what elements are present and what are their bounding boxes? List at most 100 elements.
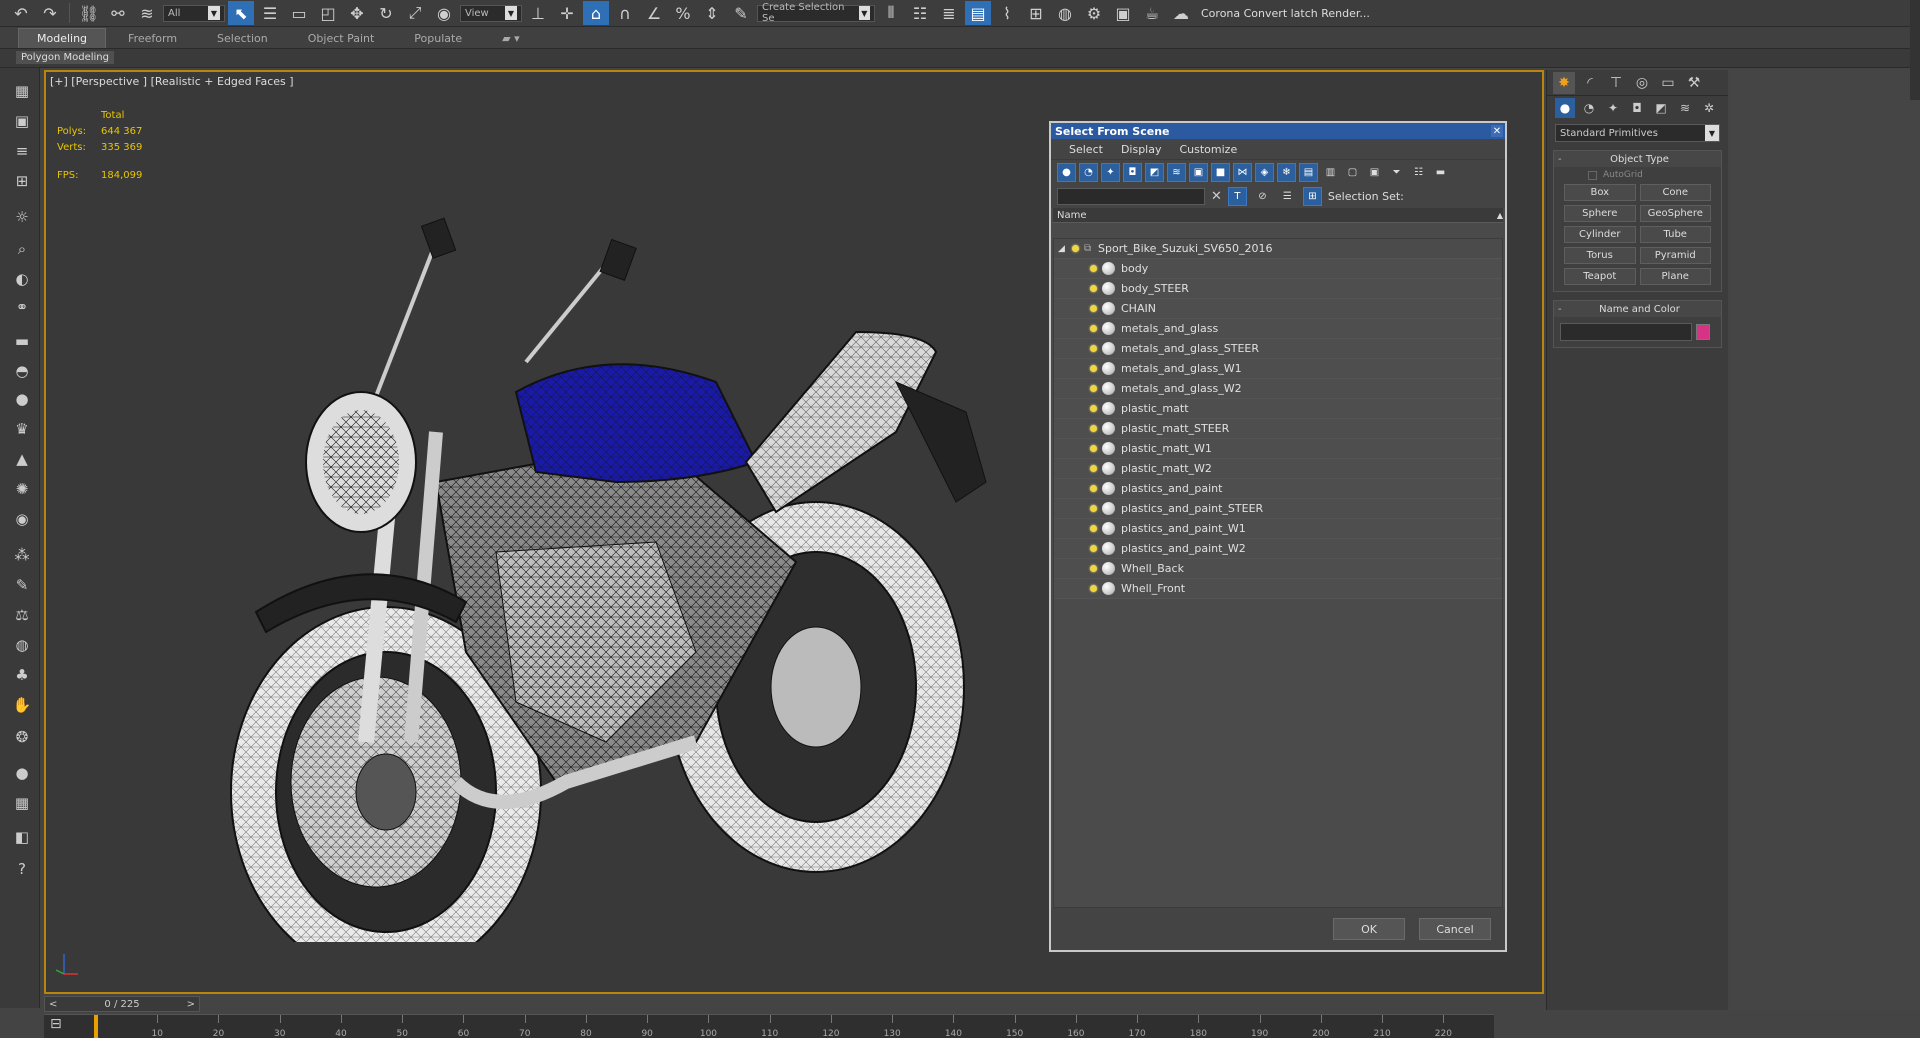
curve-editor-icon[interactable]: ⌇ (994, 1, 1020, 25)
light-bulb-icon[interactable] (1088, 403, 1098, 415)
invert-display-icon[interactable]: ▣ (1365, 163, 1384, 182)
pyramid-button[interactable]: Pyramid (1639, 247, 1711, 264)
camera-icon[interactable]: ⌕ (11, 238, 33, 260)
rendered-frame-icon[interactable]: ▣ (1110, 1, 1136, 25)
material-editor-icon[interactable]: ◍ (1052, 1, 1078, 25)
lights-icon[interactable]: ✦ (1603, 98, 1623, 118)
display-containers-icon[interactable]: ◈ (1255, 162, 1274, 182)
list-item[interactable]: plastic_matt_STEER (1054, 419, 1502, 439)
time-slider[interactable]: < 0 / 225 > (44, 996, 200, 1012)
cube-stack-icon[interactable]: ◧ (11, 826, 33, 848)
dome-icon[interactable]: ◓ (11, 360, 33, 382)
systems-icon[interactable]: ✲ (1699, 98, 1719, 118)
mirror-icon[interactable]: ⫴ (878, 1, 904, 25)
bind-space-warp-icon[interactable]: ≋ (134, 1, 160, 25)
list-item[interactable]: CHAIN (1054, 299, 1502, 319)
hierarchy-tab-icon[interactable]: ⊤ (1605, 72, 1627, 94)
list-item[interactable]: plastic_matt_W2 (1054, 459, 1502, 479)
menu-display[interactable]: Display (1121, 143, 1162, 156)
list-item[interactable]: plastic_matt (1054, 399, 1502, 419)
ok-button[interactable]: OK (1333, 918, 1405, 940)
display-geometry-icon[interactable]: ● (1057, 162, 1076, 182)
list-item[interactable]: Whell_Front (1054, 579, 1502, 599)
named-selection-set-dropdown[interactable]: Create Selection Se ▼ (757, 2, 875, 24)
sort-icon[interactable]: ▬ (1431, 163, 1450, 182)
schematic-view-icon[interactable]: ⊞ (1023, 1, 1049, 25)
window-crossing-icon[interactable]: ◰ (315, 1, 341, 25)
space-warp-icon[interactable]: ⚭ (11, 296, 33, 318)
list-item[interactable]: plastics_and_paint_W1 (1054, 519, 1502, 539)
torus-button[interactable]: Torus (1564, 247, 1636, 264)
light-bulb-icon[interactable] (1088, 263, 1098, 275)
scale-icon[interactable]: ⤢ (402, 1, 428, 25)
hf-icon[interactable]: ✋ (11, 694, 33, 716)
render-shortcut-icon[interactable]: ☁ (1168, 1, 1194, 25)
undo-icon[interactable]: ↶ (8, 1, 34, 25)
grid-icon[interactable]: ⊞ (11, 170, 33, 192)
list-item[interactable]: metals_and_glass_STEER (1054, 339, 1502, 359)
layer-manager-icon[interactable]: ≡ (11, 140, 33, 162)
display-space-warps-icon[interactable]: ≋ (1167, 162, 1186, 182)
light-bulb-icon[interactable] (1088, 283, 1098, 295)
object-name-field[interactable] (1560, 323, 1692, 341)
list-item-root[interactable]: ◢ ⧉ Sport_Bike_Suzuki_SV650_2016 (1054, 239, 1502, 259)
primitive-type-dropdown[interactable]: Standard Primitives ▼ (1555, 124, 1720, 142)
autogrid-checkbox[interactable]: AutoGrid (1554, 167, 1721, 182)
display-shapes-icon[interactable]: ◔ (1079, 162, 1098, 182)
ribbon-tab-selection[interactable]: Selection (199, 29, 286, 48)
display-cameras-icon[interactable]: ◘ (1123, 162, 1142, 182)
display-lights-icon[interactable]: ✦ (1101, 162, 1120, 182)
sky-icon[interactable]: ◉ (11, 508, 33, 530)
edit-named-selection-icon[interactable]: ✎ (728, 1, 754, 25)
motorcycle-model[interactable] (136, 182, 1036, 942)
find-field[interactable] (1057, 187, 1205, 205)
list-item[interactable]: metals_and_glass_W1 (1054, 359, 1502, 379)
ribbon-tab-object-paint[interactable]: Object Paint (290, 29, 393, 48)
display-bones-icon[interactable]: ⋈ (1233, 162, 1252, 182)
selection-filter-dropdown[interactable]: All ▼ (163, 4, 225, 22)
cancel-button[interactable]: Cancel (1419, 918, 1491, 940)
light-bulb-icon[interactable] (1088, 583, 1098, 595)
light-bulb-icon[interactable] (1088, 563, 1098, 575)
display-helpers-icon[interactable]: ◩ (1145, 162, 1164, 182)
menu-customize[interactable]: Customize (1179, 143, 1237, 156)
particles-icon[interactable]: ⁂ (11, 544, 33, 566)
find-case-icon[interactable]: T (1227, 186, 1247, 206)
pivot-icon[interactable]: ⊥ (525, 1, 551, 25)
display-none-icon[interactable]: ▢ (1343, 163, 1362, 182)
prev-frame-icon[interactable]: < (49, 999, 57, 1010)
render-frame-icon[interactable]: ▣ (11, 110, 33, 132)
hierarchy-icon[interactable]: ☷ (1409, 163, 1428, 182)
cameras-icon[interactable]: ◘ (1627, 98, 1647, 118)
list-item[interactable]: metals_and_glass (1054, 319, 1502, 339)
light-bulb-icon[interactable] (1088, 383, 1098, 395)
align-icon[interactable]: ☷ (907, 1, 933, 25)
list-item[interactable]: plastics_and_paint_W2 (1054, 539, 1502, 559)
light-bulb-icon[interactable] (1088, 523, 1098, 535)
helper-icon[interactable]: ◐ (11, 268, 33, 290)
sun-icon[interactable]: ✺ (11, 478, 33, 500)
light-icon[interactable]: ☼ (11, 206, 33, 228)
timeline-track[interactable]: 10 20 30 40 50 60 70 80 90 100 110 120 130 140 150 160 1… (44, 1014, 1494, 1038)
collapse-icon[interactable]: ◢ (1058, 244, 1070, 254)
geometry-icon[interactable]: ● (1555, 98, 1575, 118)
shapes-icon[interactable]: ◔ (1579, 98, 1599, 118)
light-bulb-icon[interactable] (1088, 423, 1098, 435)
list-item[interactable]: metals_and_glass_W2 (1054, 379, 1502, 399)
selection-set-icon[interactable]: ⊞ (1302, 186, 1322, 206)
menu-select[interactable]: Select (1069, 143, 1103, 156)
light-bulb-icon[interactable] (1088, 503, 1098, 515)
snap-3d-icon[interactable]: ∩ (612, 1, 638, 25)
list-item[interactable]: body_STEER (1054, 279, 1502, 299)
name-column-header[interactable]: Name ▲ (1053, 208, 1503, 223)
angle-snap-icon[interactable]: ∠ (641, 1, 667, 25)
object-type-header[interactable]: - Object Type (1554, 151, 1721, 167)
ribbon-tab-freeform[interactable]: Freeform (110, 29, 195, 48)
polygon-modeling-panel[interactable]: Polygon Modeling (16, 51, 114, 64)
select-by-name-icon[interactable]: ☰ (257, 1, 283, 25)
light-bulb-icon[interactable] (1070, 243, 1080, 255)
light-bulb-icon[interactable] (1088, 303, 1098, 315)
scene-explorer-icon[interactable]: ▦ (11, 80, 33, 102)
time-cursor[interactable] (94, 1015, 98, 1038)
create-tab-icon[interactable]: ✸ (1553, 71, 1575, 94)
